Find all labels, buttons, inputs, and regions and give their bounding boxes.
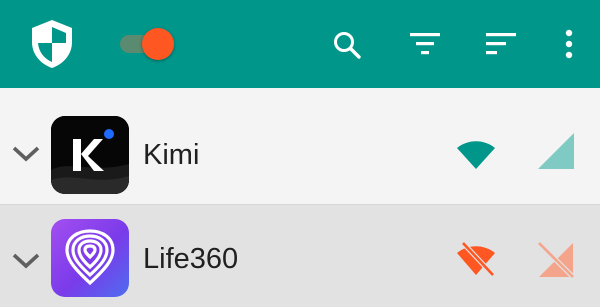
wifi-icon[interactable] [457,140,495,170]
chevron-down-icon[interactable] [11,252,41,270]
toggle-thumb [142,28,174,60]
app-name: Life360 [143,243,239,275]
cellular-off-icon[interactable] [536,241,576,279]
life360-logo [65,229,115,286]
app-toolbar [0,0,600,88]
chevron-down-icon[interactable] [11,145,41,163]
filter-icon[interactable] [410,31,440,57]
wifi-off-icon[interactable] [455,241,497,277]
life360-app-icon [51,219,129,297]
shield-icon[interactable] [28,18,76,70]
list-item[interactable]: Kimi [0,88,600,205]
app-name: Kimi [143,139,200,171]
app-list: Kimi Life360 [0,88,600,307]
toggle-switch[interactable] [118,28,174,60]
list-item[interactable]: Life360 [0,205,600,307]
more-vert-icon[interactable] [562,29,576,59]
sort-icon[interactable] [486,31,516,57]
cellular-signal-icon[interactable] [538,133,574,169]
kimi-logo [51,116,129,194]
kimi-app-icon [51,116,129,194]
search-icon[interactable] [332,30,362,60]
